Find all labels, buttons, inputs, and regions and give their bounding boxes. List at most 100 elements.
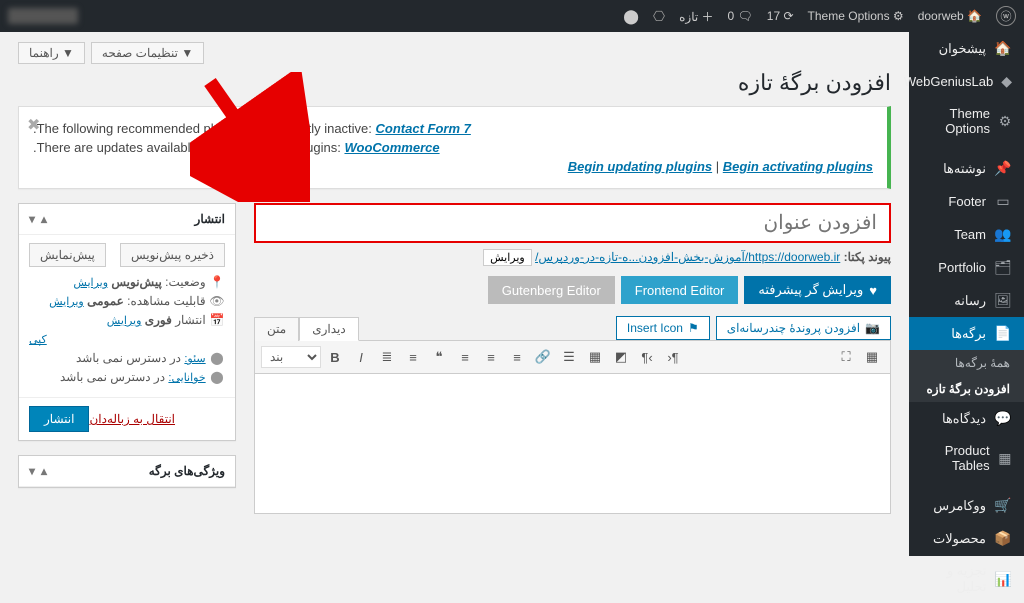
comment-icon: 💬 bbox=[994, 410, 1012, 427]
begin-update-link[interactable]: Begin updating plugins bbox=[568, 159, 712, 174]
readability-link[interactable]: خوانایی: bbox=[168, 372, 205, 384]
publish-button[interactable]: انتشار bbox=[29, 406, 89, 432]
updates-link[interactable]: 17 ⟳ bbox=[767, 9, 794, 23]
meta-down-icon[interactable]: ▾ bbox=[29, 212, 35, 226]
status-edit-link[interactable]: ویرایش bbox=[73, 277, 108, 289]
visibility-edit-link[interactable]: ویرایش bbox=[49, 296, 84, 308]
sidebar-item-dashboard[interactable]: 🏠پیشخوان bbox=[909, 32, 1024, 65]
gear-icon: ⚙ bbox=[998, 113, 1012, 130]
heart-icon: ♥ bbox=[869, 283, 877, 298]
notice-dismiss-icon[interactable]: ✖ bbox=[27, 115, 40, 135]
pilcrow-icon[interactable]: ¶‹ bbox=[635, 345, 659, 369]
insert-icon-button[interactable]: ⚑Insert Icon bbox=[616, 316, 710, 340]
sidebar-item-webgenius[interactable]: ◆WebGeniusLab bbox=[909, 65, 1024, 98]
product-icon: 📦 bbox=[994, 530, 1012, 547]
calendar-icon: 📅 bbox=[209, 313, 225, 327]
permalink-url[interactable]: https://doorweb.ir/آموزش-بخش-افزودن...ه-… bbox=[535, 250, 840, 264]
yoast-icon[interactable]: ⬤ bbox=[623, 8, 639, 25]
publish-edit-link[interactable]: ویرایش bbox=[107, 315, 142, 327]
notice-link-woo[interactable]: WooCommerce bbox=[344, 140, 439, 155]
portfolio-icon: 🗂 bbox=[994, 259, 1012, 276]
camera-icon: 📷 bbox=[865, 321, 880, 335]
sidebar-item-woocommerce[interactable]: 🛒ووکامرس bbox=[909, 489, 1024, 522]
sidebar-item-analytics[interactable]: 📊تجزیه و تحلیل bbox=[909, 555, 1024, 603]
sidebar-item-footer[interactable]: ▭Footer bbox=[909, 185, 1024, 218]
link-icon[interactable]: 🔗 bbox=[531, 345, 555, 369]
status-value: پیش‌نویس bbox=[111, 275, 161, 289]
more-icon[interactable]: ☰ bbox=[557, 345, 581, 369]
visual-tab[interactable]: دیداری bbox=[299, 317, 359, 341]
table-icon[interactable]: ▦ bbox=[583, 345, 607, 369]
wp-logo-icon[interactable]: ⓦ bbox=[996, 6, 1016, 26]
preview-button[interactable]: پیش‌نمایش bbox=[29, 243, 106, 267]
gutenberg-editor-button[interactable]: Gutenberg Editor bbox=[488, 276, 615, 304]
theme-options-link[interactable]: Theme Options ⚙ bbox=[808, 9, 904, 23]
copy-link[interactable]: کپی bbox=[29, 334, 47, 346]
page-attr-title: ویژگی‌های برگه bbox=[149, 464, 225, 478]
frontend-editor-button[interactable]: Frontend Editor bbox=[621, 276, 739, 304]
align-left-icon[interactable]: ≡ bbox=[505, 345, 529, 369]
editor-body[interactable] bbox=[254, 374, 891, 514]
help-button[interactable]: راهنما ▼ bbox=[18, 42, 85, 64]
begin-activate-link[interactable]: Begin activating plugins bbox=[723, 159, 873, 174]
align-center-icon[interactable]: ≡ bbox=[479, 345, 503, 369]
admin-sidebar: 🏠پیشخوان ◆WebGeniusLab ⚙Theme Options 📌ن… bbox=[909, 32, 1024, 556]
notice-line2: .There are updates available for the fol… bbox=[33, 140, 344, 155]
comments-link[interactable]: 0 🗨 bbox=[728, 9, 753, 23]
publish-metabox: انتشار▴▾ ذخیره پیش‌نویس پیش‌نمایش 📍 وضعی… bbox=[18, 203, 236, 441]
sidebar-item-posts[interactable]: 📌نوشته‌ها bbox=[909, 152, 1024, 185]
pilcrow2-icon[interactable]: ›¶ bbox=[661, 345, 685, 369]
sidebar-item-products[interactable]: 📦محصولات bbox=[909, 522, 1024, 555]
sidebar-sub-add-new[interactable]: افزودن برگهٔ تازه bbox=[909, 376, 1024, 402]
text-tab[interactable]: متن bbox=[254, 317, 299, 341]
sidebar-item-theme-options[interactable]: ⚙Theme Options bbox=[909, 98, 1024, 144]
readability-icon: ⬤ bbox=[209, 370, 225, 384]
page-title: افزودن برگهٔ تازه bbox=[18, 70, 891, 96]
sidebar-item-product-tables[interactable]: ▦Product Tables bbox=[909, 435, 1024, 481]
toolbar-toggle-icon[interactable]: ▦ bbox=[860, 345, 884, 369]
align-right-icon[interactable]: ≡ bbox=[453, 345, 477, 369]
team-icon: 👥 bbox=[994, 226, 1012, 243]
site-link[interactable]: doorweb 🏠 bbox=[918, 9, 982, 23]
notice-sep: | bbox=[712, 159, 723, 174]
plugin-notice: ✖ .The following recommended plugins are… bbox=[18, 106, 891, 189]
new-link[interactable]: تازه ＋ bbox=[679, 8, 713, 25]
visibility-label: قابلیت مشاهده: bbox=[127, 294, 205, 308]
special-icon[interactable]: ◩ bbox=[609, 345, 633, 369]
add-media-button[interactable]: 📷افزودن پروندهٔ چندرسانه‌ای bbox=[716, 316, 891, 340]
notice-line1: .The following recommended plugins are c… bbox=[33, 121, 376, 136]
sidebar-item-pages[interactable]: 📄برگه‌ها bbox=[909, 317, 1024, 350]
quote-icon[interactable]: ❝ bbox=[427, 345, 451, 369]
table-icon: ▦ bbox=[998, 450, 1012, 467]
trash-link[interactable]: انتقال به زباله‌دان bbox=[89, 412, 175, 426]
publish-title: انتشار bbox=[195, 212, 225, 226]
sidebar-sub-all-pages[interactable]: همهٔ برگه‌ها bbox=[909, 350, 1024, 376]
bold-icon[interactable]: B bbox=[323, 345, 347, 369]
meta-up-icon[interactable]: ▴ bbox=[41, 212, 47, 226]
sidebar-item-media[interactable]: 🖼رسانه bbox=[909, 284, 1024, 317]
plugin-icon: ◆ bbox=[1001, 73, 1012, 90]
permalink-edit-button[interactable]: ویرایش bbox=[483, 249, 532, 266]
numbered-list-icon[interactable]: ≡ bbox=[401, 345, 425, 369]
screen-options-button[interactable]: تنظیمات صفحه ▼ bbox=[91, 42, 204, 64]
bullet-list-icon[interactable]: ≣ bbox=[375, 345, 399, 369]
title-input[interactable] bbox=[254, 203, 891, 243]
sidebar-item-comments[interactable]: 💬دیدگاه‌ها bbox=[909, 402, 1024, 435]
paragraph-select[interactable]: بند bbox=[261, 346, 321, 368]
yoast-icon-2[interactable]: ⎔ bbox=[653, 8, 665, 25]
meta-up-icon-2[interactable]: ▴ bbox=[41, 464, 47, 478]
notice-link-cf7[interactable]: Contact Form 7 bbox=[376, 121, 471, 136]
seo-link[interactable]: سئو: bbox=[184, 353, 205, 365]
publish-on-label: انتشار bbox=[175, 313, 205, 327]
sidebar-item-team[interactable]: 👥Team bbox=[909, 218, 1024, 251]
advanced-editor-button[interactable]: ♥ویرایش گر پیشرفته bbox=[744, 276, 891, 304]
meta-down-icon-2[interactable]: ▾ bbox=[29, 464, 35, 478]
italic-icon[interactable]: I bbox=[349, 345, 373, 369]
woo-icon: 🛒 bbox=[994, 497, 1012, 514]
sidebar-item-portfolio[interactable]: 🗂Portfolio bbox=[909, 251, 1024, 284]
page-icon: 📄 bbox=[994, 325, 1012, 342]
save-draft-button[interactable]: ذخیره پیش‌نویس bbox=[120, 243, 225, 267]
sidebar-column: انتشار▴▾ ذخیره پیش‌نویس پیش‌نمایش 📍 وضعی… bbox=[18, 203, 236, 514]
eye-icon: 👁 bbox=[209, 294, 225, 308]
fullscreen-icon[interactable]: ⛶ bbox=[834, 345, 858, 369]
